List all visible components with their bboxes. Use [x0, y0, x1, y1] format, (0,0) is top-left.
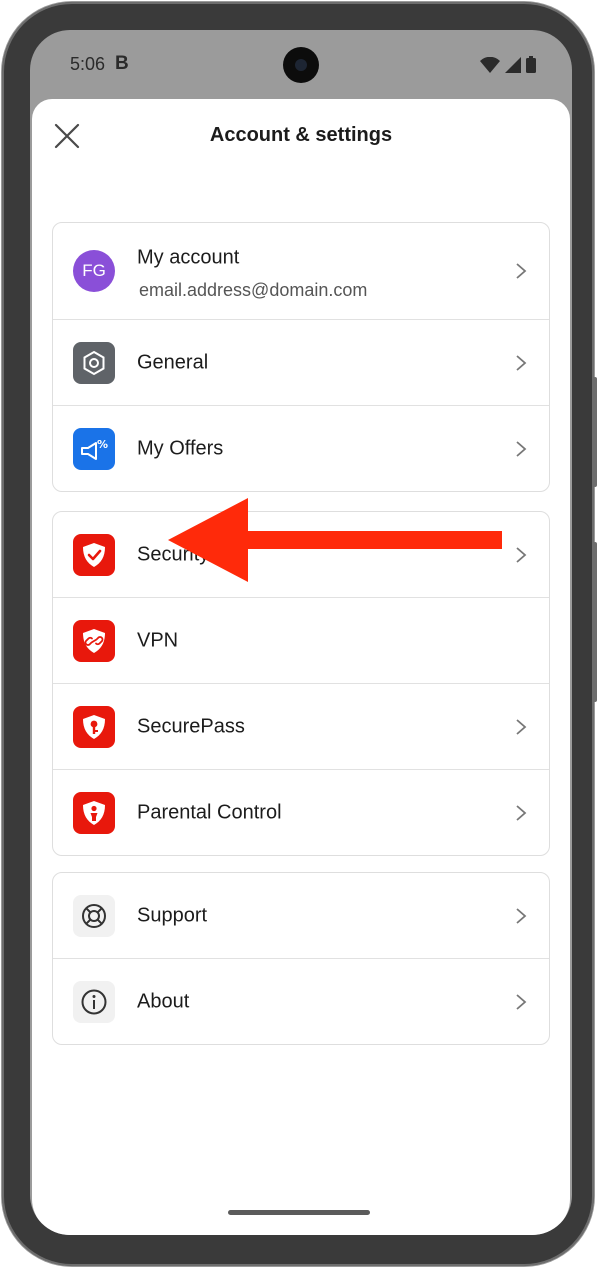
- account-card: FG My account email.address@domain.com G…: [52, 222, 550, 492]
- svg-text:%: %: [97, 438, 108, 451]
- status-time: 5:06: [70, 54, 106, 74]
- screen: 5:06 B Account & settings FG My account …: [30, 30, 572, 1235]
- parental-control-label: Parental Control: [137, 801, 282, 823]
- securepass-row[interactable]: SecurePass: [53, 684, 549, 770]
- securepass-icon-box: [73, 705, 115, 748]
- about-label: About: [137, 990, 190, 1012]
- signal-icon: [505, 57, 521, 73]
- power-button: [593, 377, 597, 487]
- wifi-icon: [480, 57, 500, 73]
- lifebuoy-icon: [82, 903, 106, 928]
- status-bar: 5:06 B: [30, 30, 572, 100]
- phone-frame: 5:06 B Account & settings FG My account …: [2, 2, 597, 1266]
- shield-key-icon: [83, 714, 105, 739]
- help-card: Support About: [52, 872, 550, 1045]
- support-icon-box: [73, 894, 115, 937]
- page-title: Account & settings: [209, 124, 393, 146]
- my-offers-label: My Offers: [137, 437, 224, 459]
- red-arrow-pointer-icon: [168, 498, 502, 582]
- info-icon: [81, 989, 107, 1014]
- shield-person-icon: [83, 800, 105, 825]
- my-offers-row[interactable]: % My Offers: [53, 406, 549, 491]
- about-row[interactable]: About: [53, 959, 549, 1044]
- settings-sheet: Account & settings FG My account email.a…: [32, 99, 570, 1235]
- chevron-right-icon: [516, 907, 527, 924]
- home-indicator[interactable]: [228, 1210, 370, 1215]
- vpn-row[interactable]: VPN: [53, 598, 549, 684]
- chevron-right-icon: [516, 804, 527, 821]
- vpn-icon-box: [73, 619, 115, 662]
- front-camera: [283, 47, 319, 83]
- about-icon-box: [73, 980, 115, 1023]
- support-label: Support: [137, 904, 208, 926]
- avatar: FG: [73, 250, 115, 292]
- general-icon-box: [73, 341, 115, 384]
- chevron-right-icon: [516, 718, 527, 735]
- volume-button: [593, 542, 597, 702]
- shield-check-icon: [83, 542, 105, 567]
- my-account-label: My account: [137, 246, 240, 269]
- general-label: General: [137, 351, 209, 373]
- account-email: email.address@domain.com: [139, 280, 368, 300]
- parental-control-row[interactable]: Parental Control: [53, 770, 549, 855]
- my-account-row[interactable]: FG My account email.address@domain.com: [53, 223, 549, 320]
- parental-icon-box: [73, 791, 115, 834]
- support-row[interactable]: Support: [53, 873, 549, 959]
- system-icons: [480, 56, 536, 73]
- chevron-right-icon: [516, 354, 527, 371]
- megaphone-percent-icon: %: [81, 438, 108, 460]
- sidebar-item-general[interactable]: General: [53, 320, 549, 406]
- chevron-right-icon: [516, 993, 527, 1010]
- offers-icon-box: %: [73, 427, 115, 470]
- shield-link-icon: [83, 628, 105, 653]
- chevron-right-icon: [516, 546, 527, 563]
- notification-b-icon: B: [115, 53, 129, 74]
- security-icon-box: [73, 533, 115, 576]
- vpn-label: VPN: [137, 629, 179, 651]
- chevron-right-icon: [516, 263, 527, 279]
- chevron-right-icon: [516, 440, 527, 457]
- hexagon-settings-icon: [83, 350, 105, 375]
- battery-icon: [526, 56, 536, 73]
- securepass-label: SecurePass: [137, 715, 245, 737]
